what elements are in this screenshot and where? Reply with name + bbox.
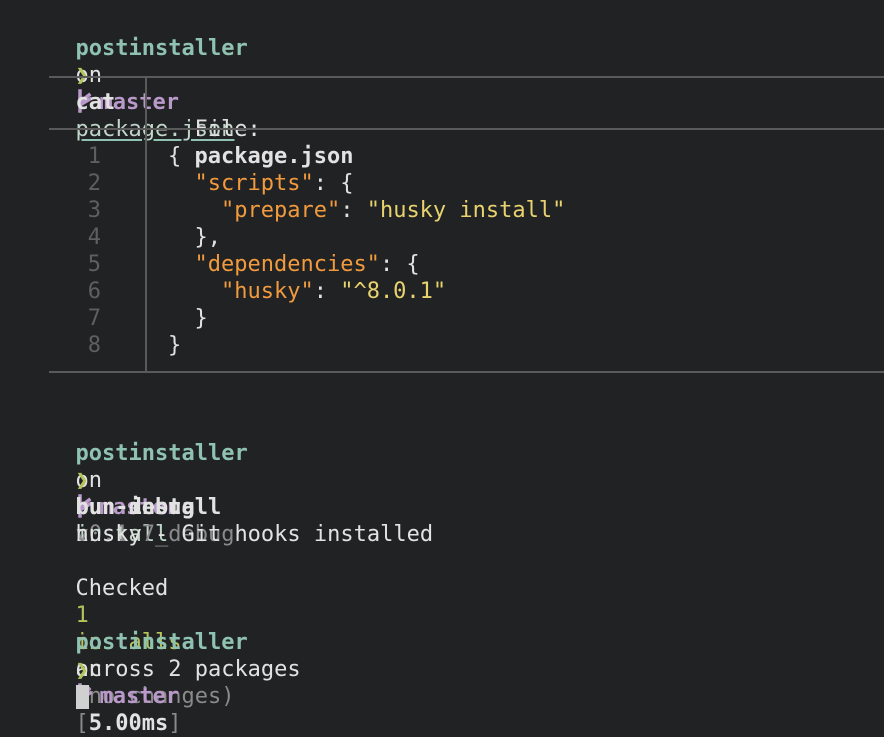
json-key: "prepare" — [220, 198, 341, 223]
bat-bottom-rule — [49, 371, 884, 373]
json-punctuation: }, — [168, 225, 221, 250]
line-number: 5 — [87, 252, 101, 277]
line-number: 6 — [87, 279, 101, 304]
json-punctuation: : { — [379, 252, 420, 277]
bat-top-rule — [49, 76, 884, 78]
bat-header-rule — [49, 128, 884, 130]
terminal-cursor — [75, 685, 89, 709]
output-summary: Checked 1 installs across 2 packages (no… — [49, 548, 301, 736]
output-bracket-close: ] — [168, 711, 182, 736]
output-checked: Checked — [75, 576, 169, 601]
json-punctuation: : { — [313, 171, 354, 196]
json-string: "^8.0.1" — [340, 279, 447, 304]
command-line-2: ❯ bun-debug install — [49, 440, 195, 547]
output-timing: 5.00ms — [88, 711, 169, 736]
command-line-3[interactable]: ❯ — [49, 630, 89, 709]
json-punctuation: { — [168, 144, 182, 169]
output-across: across 2 packages — [75, 657, 301, 682]
json-key: "scripts" — [194, 171, 314, 196]
command-line-1: ❯ cat package.json — [49, 35, 235, 142]
json-punctuation — [168, 198, 221, 223]
output-bracket-open: [ — [75, 711, 89, 736]
line-number: 7 — [87, 306, 101, 331]
code-line: } — [168, 332, 181, 359]
code-line: "prepare": "husky install" — [168, 197, 565, 224]
json-punctuation: } — [168, 333, 182, 358]
code-line: "husky": "^8.0.1" — [168, 278, 446, 305]
json-punctuation — [168, 171, 195, 196]
bat-file-name: package.json — [194, 144, 354, 169]
line-number: 2 — [87, 171, 101, 196]
bat-file-header: File: package.json — [168, 89, 354, 169]
prompt-line-2: postinstaller on master — [49, 413, 248, 520]
prompt-branch: master — [99, 684, 179, 709]
code-line: { — [168, 143, 181, 170]
code-line: } — [168, 305, 208, 332]
command-program: cat — [75, 90, 116, 115]
json-punctuation: : — [340, 198, 367, 223]
line-number: 1 — [87, 144, 101, 169]
json-punctuation — [168, 279, 221, 304]
prompt-directory: postinstaller — [75, 630, 248, 655]
code-line: "dependencies": { — [168, 251, 420, 278]
line-number: 3 — [87, 198, 101, 223]
code-line: }, — [168, 224, 221, 251]
json-string: "husky install" — [366, 198, 566, 223]
prompt-line-1: postinstaller on master — [49, 8, 248, 115]
json-punctuation: } — [168, 306, 208, 331]
output-husky-text: husky - Git hooks installed — [75, 522, 434, 547]
json-punctuation — [168, 252, 195, 277]
json-key: "dependencies" — [194, 252, 380, 277]
json-punctuation: : — [313, 279, 341, 304]
code-line: "scripts": { — [168, 170, 354, 197]
json-key: "husky" — [220, 279, 314, 304]
output-husky: husky - Git hooks installed — [49, 494, 434, 547]
bat-gutter-divider — [145, 76, 147, 372]
prompt-line-3: postinstaller on master — [49, 602, 248, 709]
output-bun-install: bun install v0.1.7_debug — [49, 467, 235, 547]
line-number: 8 — [87, 333, 101, 358]
line-number: 4 — [87, 225, 101, 250]
prompt-chevron: ❯ — [75, 658, 89, 683]
